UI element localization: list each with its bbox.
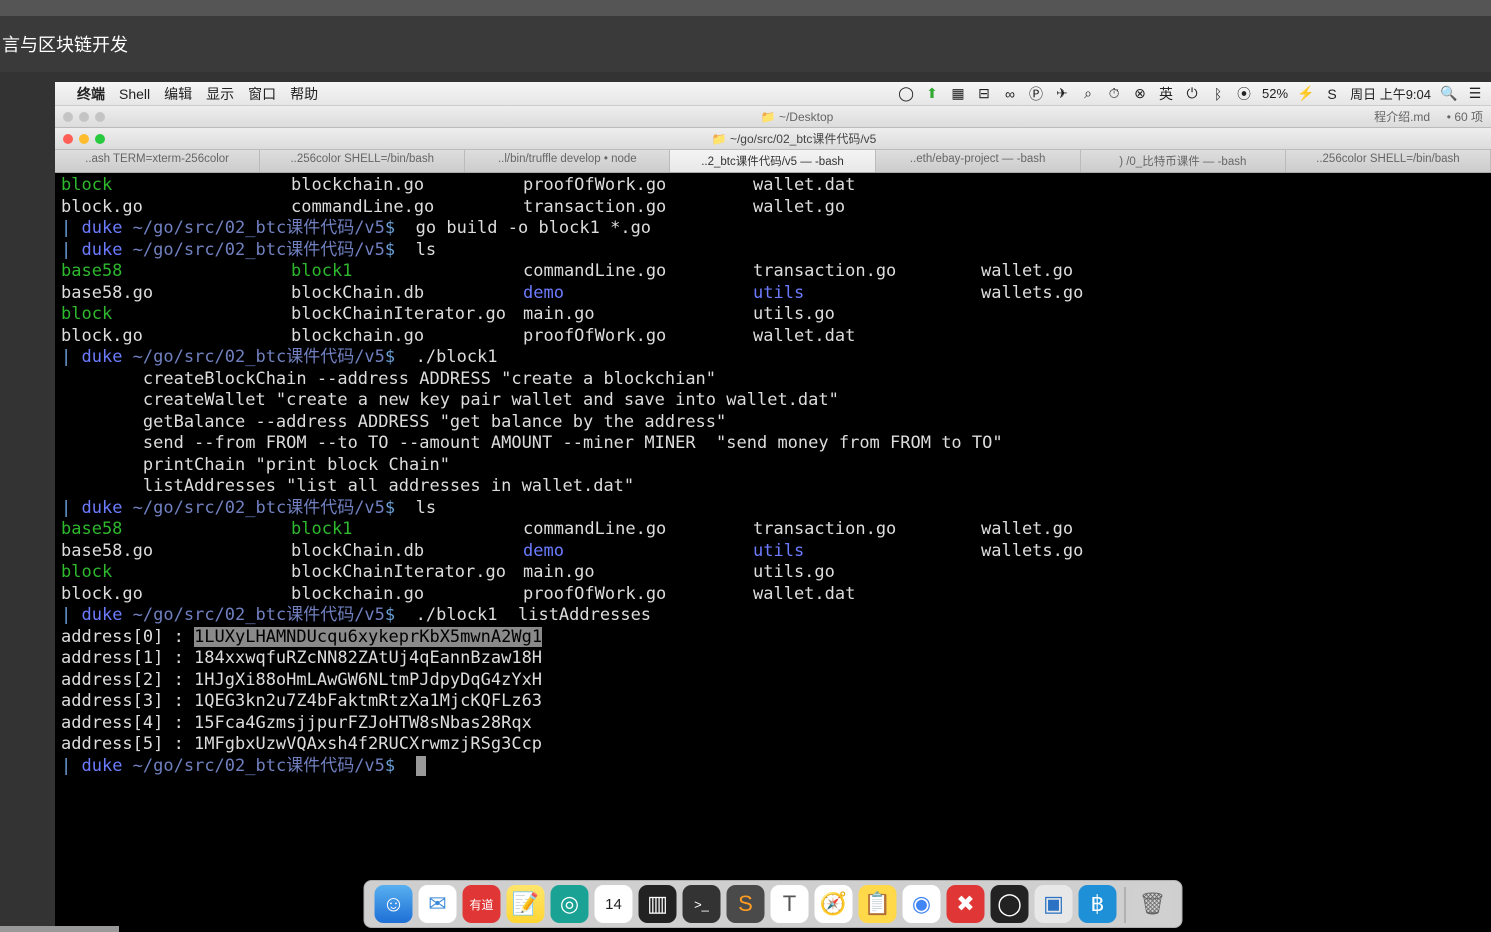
battery-percent: 52% [1262,86,1288,101]
terminal-viewport[interactable]: blockblockchain.goproofOfWork.gowallet.d… [55,173,1491,932]
close-window-icon[interactable] [63,134,73,144]
dock-activity-icon[interactable]: ▥ [639,885,677,923]
spotlight-icon[interactable]: 🔍 [1441,86,1457,102]
dock-eye-icon[interactable]: ◎ [551,885,589,923]
dock: ☺✉有道📝◎14▥>_ST🧭📋◉✖◯▣฿ 🗑 [364,880,1183,928]
battery-icon[interactable]: ⚡ [1298,86,1314,102]
grid-icon[interactable]: ▦ [950,86,966,102]
minimize-window-icon[interactable] [79,112,89,122]
power-icon[interactable]: ⏻ [1184,86,1200,102]
terminal-tab[interactable]: ) /0_比特币课件 — -bash [1081,150,1286,172]
send-icon[interactable]: ✈ [1054,86,1070,102]
p-icon[interactable]: Ⓟ [1028,86,1044,102]
folder-icon: 📁 [712,132,727,146]
dock-trash-icon[interactable]: 🗑 [1134,885,1172,923]
page-title: 言与区块链开发 [0,16,1491,72]
terminal-tab[interactable]: ..2_btc课件代码/v5 — -bash [670,150,875,172]
dock-notes-icon[interactable]: 📝 [507,885,545,923]
dock-sticky-icon[interactable]: 📋 [859,885,897,923]
obs-icon[interactable]: ◯ [898,86,914,102]
menubar-item[interactable]: 显示 [206,84,234,104]
dock-obs-icon[interactable]: ◯ [991,885,1029,923]
finder-count: • 60 项 [1447,110,1483,124]
sync-icon[interactable]: ⬆ [924,86,940,102]
sogou-icon[interactable]: S [1324,86,1340,102]
wifi-icon[interactable]: ⦿ [1236,86,1252,102]
dock-vmware-icon[interactable]: ▣ [1035,885,1073,923]
menubar: 终端 Shell 编辑 显示 窗口 帮助 ◯ ⬆ ▦ ⊟ ∞ Ⓟ ✈ ⌕ ⏱ ⊗… [55,82,1491,106]
finder-file-label: 程介绍.md [1374,110,1430,124]
dock-mail-icon[interactable]: ✉ [419,885,457,923]
notification-icon[interactable]: ☰ [1467,86,1483,102]
menubar-item[interactable]: Shell [119,86,150,102]
dock-xmind-icon[interactable]: ✖ [947,885,985,923]
menubar-item[interactable]: 编辑 [164,84,192,104]
terminal-tab[interactable]: ..l/bin/truffle develop • node [465,150,670,172]
terminal-tab[interactable]: ..ash TERM=xterm-256color [55,150,260,172]
clock-icon[interactable]: ⏱ [1106,86,1122,102]
dock-sublime-icon[interactable]: S [727,885,765,923]
terminal-tab[interactable]: ..256color SHELL=/bin/bash [1286,150,1491,172]
finder-path: ~/Desktop [779,110,833,124]
cloud-icon[interactable]: ∞ [1002,86,1018,102]
dock-bitcoin-icon[interactable]: ฿ [1079,885,1117,923]
menubar-item[interactable]: 窗口 [248,84,276,104]
menubar-item[interactable]: 帮助 [290,84,318,104]
minimize-window-icon[interactable] [79,134,89,144]
dock-iterm-icon[interactable]: >_ [683,885,721,923]
dock-chrome-icon[interactable]: ◉ [903,885,941,923]
video-progress-bar[interactable] [0,926,119,932]
terminal-title: ~/go/src/02_btc课件代码/v5 [730,132,876,146]
top-filler [0,0,1491,16]
terminal-tabs: ..ash TERM=xterm-256color..256color SHEL… [55,150,1491,173]
menubar-appname[interactable]: 终端 [77,84,105,104]
zoom-window-icon[interactable] [95,112,105,122]
macos-desktop: 终端 Shell 编辑 显示 窗口 帮助 ◯ ⬆ ▦ ⊟ ∞ Ⓟ ✈ ⌕ ⏱ ⊗… [55,82,1491,932]
compass-icon[interactable]: ⌕ [1080,86,1096,102]
input-icon[interactable]: 英 [1158,86,1174,102]
terminal-tab[interactable]: ..256color SHELL=/bin/bash [260,150,465,172]
bluetooth-icon[interactable]: ᛒ [1210,86,1226,102]
clock-text: 周日 上午9:04 [1350,84,1431,103]
dock-finder-icon[interactable]: ☺ [375,885,413,923]
folder-icon: 📁 [761,110,776,124]
dock-safari-icon[interactable]: 🧭 [815,885,853,923]
close-window-icon[interactable] [63,112,73,122]
dock-textedit-icon[interactable]: T [771,885,809,923]
terminal-tab[interactable]: ..eth/ebay-project — -bash [876,150,1081,172]
dock-youdao-icon[interactable]: 有道 [463,885,501,923]
zoom-window-icon[interactable] [95,134,105,144]
disk-icon[interactable]: ⊟ [976,86,992,102]
dock-calendar-icon[interactable]: 14 [595,885,633,923]
terminal-titlebar: 📁 ~/go/src/02_btc课件代码/v5 [55,128,1491,150]
close-circle-icon[interactable]: ⊗ [1132,86,1148,102]
finder-titlebar: 📁 ~/Desktop 程介绍.md • 60 项 [55,106,1491,128]
